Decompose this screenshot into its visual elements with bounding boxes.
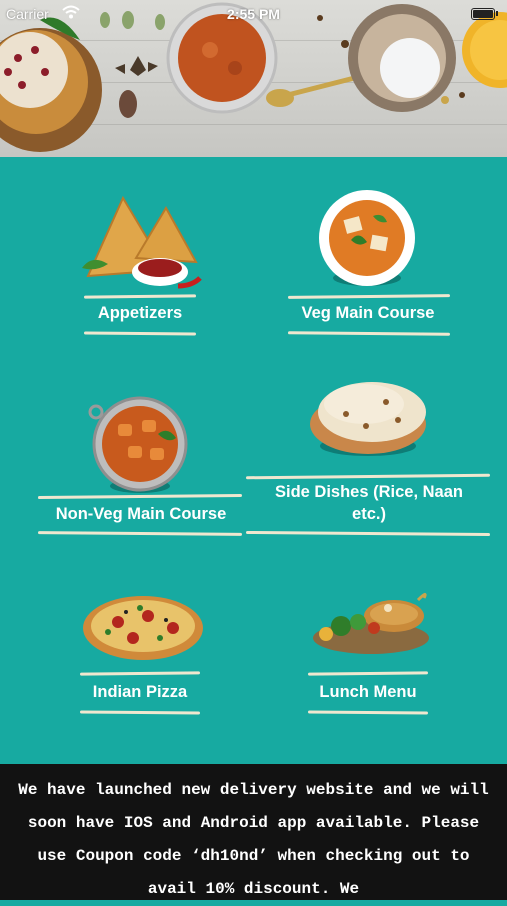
category-non-veg-main-course[interactable]: Non-Veg Main Course [36, 390, 246, 540]
pizza-icon [83, 596, 203, 660]
status-time: 2:55 PM [227, 6, 280, 22]
category-label: Side Dishes (Rice, Naan etc.) [275, 483, 463, 523]
category-label: Indian Pizza [92, 683, 188, 701]
samosa-icon [82, 195, 202, 289]
category-veg-main-course[interactable]: Veg Main Course [268, 180, 468, 340]
category-side-dishes[interactable]: Side Dishes (Rice, Naan etc.) [245, 370, 492, 540]
lunch-platter-icon [313, 593, 429, 654]
status-bar: Carrier 2:55 PM [0, 0, 507, 28]
chicken-curry-handi-icon [88, 396, 188, 493]
naan-bread-icon [310, 382, 426, 456]
category-appetizers[interactable]: Appetizers [40, 180, 240, 340]
hero-banner-image: Carrier 2:55 PM [0, 0, 507, 157]
veg-curry-bowl-icon [319, 190, 415, 286]
category-indian-pizza[interactable]: Indian Pizza [40, 580, 240, 720]
category-label: Lunch Menu [319, 683, 417, 701]
battery-icon [471, 8, 498, 20]
category-label: Veg Main Course [301, 304, 435, 322]
category-label: Appetizers [97, 304, 183, 322]
category-label: Non-Veg Main Course [55, 505, 227, 523]
announcement-banner: We have launched new delivery website an… [0, 764, 507, 900]
announcement-text: We have launched new delivery website an… [18, 781, 489, 898]
category-lunch-menu[interactable]: Lunch Menu [268, 580, 468, 720]
